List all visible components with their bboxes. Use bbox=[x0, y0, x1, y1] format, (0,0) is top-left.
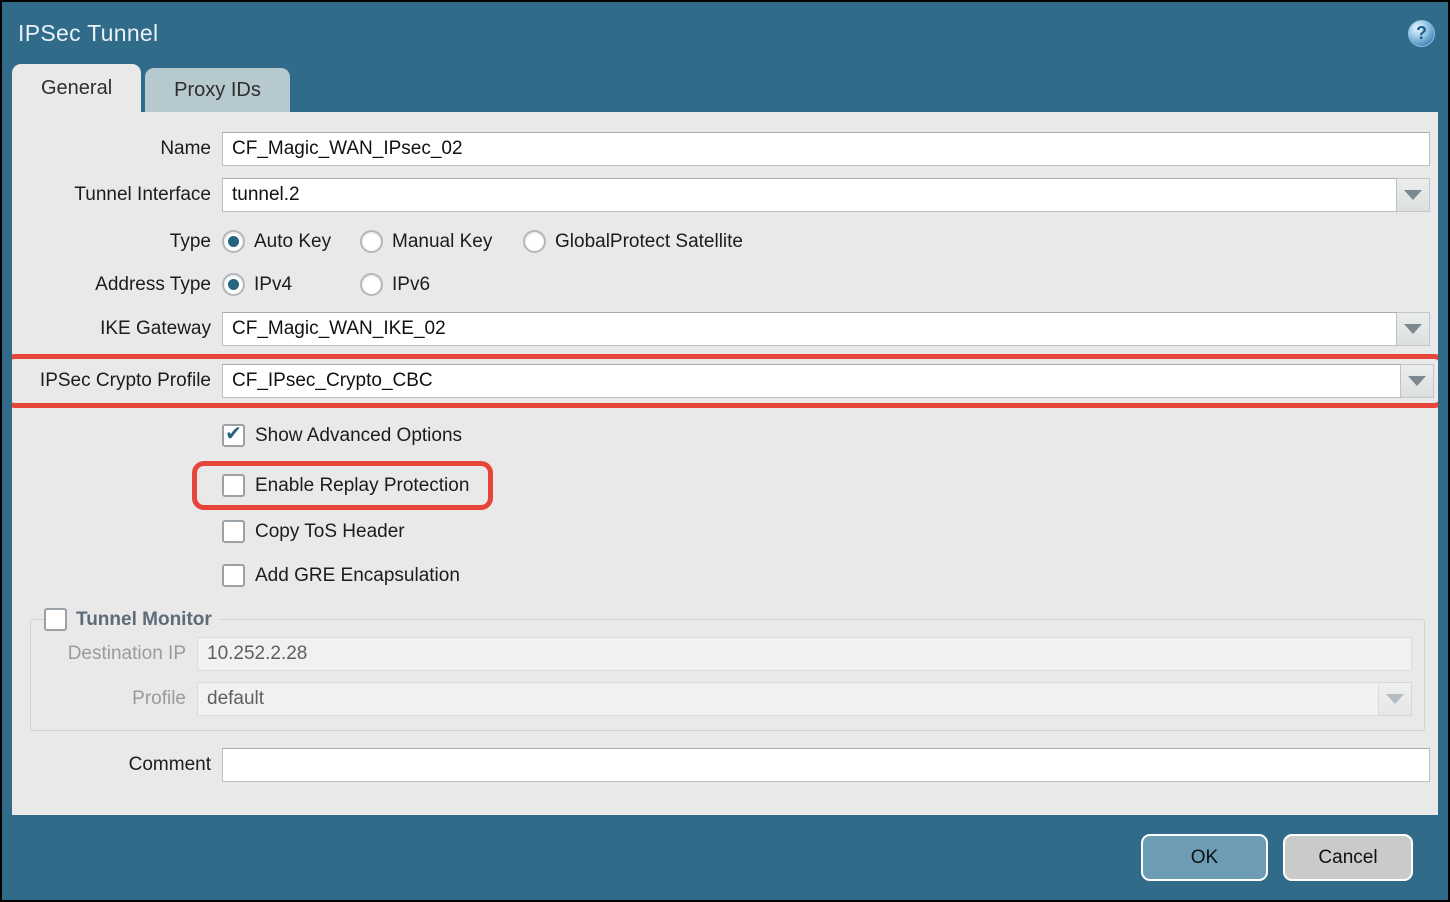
destination-ip-input bbox=[197, 637, 1412, 671]
address-type-label: Address Type bbox=[12, 274, 211, 296]
address-type-row: Address Type IPv4 IPv6 bbox=[12, 271, 1430, 298]
comment-label: Comment bbox=[12, 754, 211, 776]
type-option-globalprotect-satellite[interactable]: GlobalProtect Satellite bbox=[523, 230, 743, 253]
chevron-down-icon bbox=[1386, 694, 1404, 704]
type-radio-group: Auto Key Manual Key GlobalProtect Satell… bbox=[222, 230, 1430, 253]
tunnel-interface-dropdown-button[interactable] bbox=[1397, 178, 1430, 212]
ike-gateway-row: IKE Gateway bbox=[12, 312, 1430, 346]
tab-proxy-ids[interactable]: Proxy IDs bbox=[145, 68, 290, 112]
copy-tos-header-row[interactable]: Copy ToS Header bbox=[222, 520, 1430, 543]
show-advanced-options-checkbox[interactable] bbox=[222, 424, 245, 447]
type-label: Type bbox=[12, 231, 211, 253]
profile-label: Profile bbox=[31, 688, 186, 710]
help-icon[interactable]: ? bbox=[1408, 20, 1435, 47]
ike-gateway-dropdown-button[interactable] bbox=[1397, 312, 1430, 346]
name-input[interactable] bbox=[222, 132, 1430, 166]
chevron-down-icon bbox=[1408, 376, 1426, 386]
tab-bar: General Proxy IDs bbox=[2, 64, 1448, 112]
general-tab-panel: Name Tunnel Interface Type Auto Key bbox=[12, 112, 1438, 815]
ike-gateway-label: IKE Gateway bbox=[12, 318, 211, 340]
profile-row: Profile bbox=[31, 682, 1412, 716]
name-label: Name bbox=[12, 138, 211, 160]
chevron-down-icon bbox=[1404, 324, 1422, 334]
radio-icon[interactable] bbox=[523, 230, 546, 253]
radio-selected-icon[interactable] bbox=[222, 230, 245, 253]
type-option-manual-key[interactable]: Manual Key bbox=[360, 230, 523, 253]
radio-icon[interactable] bbox=[360, 230, 383, 253]
tunnel-monitor-legend: Tunnel Monitor bbox=[44, 608, 220, 631]
comment-row: Comment bbox=[12, 748, 1430, 782]
radio-selected-icon[interactable] bbox=[222, 273, 245, 296]
tunnel-monitor-section: Tunnel Monitor Destination IP Profile bbox=[30, 608, 1425, 731]
ok-button[interactable]: OK bbox=[1141, 834, 1268, 881]
ike-gateway-input[interactable] bbox=[222, 312, 1397, 346]
ipsec-tunnel-dialog: IPSec Tunnel ? General Proxy IDs Name Tu… bbox=[2, 2, 1448, 900]
tunnel-interface-input[interactable] bbox=[222, 178, 1397, 212]
ipsec-crypto-profile-row: IPSec Crypto Profile bbox=[12, 364, 1434, 398]
add-gre-encapsulation-checkbox[interactable] bbox=[222, 564, 245, 587]
comment-input[interactable] bbox=[222, 748, 1430, 782]
dialog-footer: OK Cancel bbox=[2, 815, 1448, 900]
tunnel-monitor-title: Tunnel Monitor bbox=[76, 609, 212, 631]
chevron-down-icon bbox=[1404, 190, 1422, 200]
destination-ip-label: Destination IP bbox=[31, 643, 186, 665]
type-row: Type Auto Key Manual Key GlobalProtect S… bbox=[12, 228, 1430, 255]
add-gre-encapsulation-row[interactable]: Add GRE Encapsulation bbox=[222, 564, 1430, 587]
tunnel-monitor-checkbox[interactable] bbox=[44, 608, 67, 631]
dialog-title: IPSec Tunnel bbox=[18, 20, 158, 47]
address-type-radio-group: IPv4 IPv6 bbox=[222, 273, 1430, 296]
radio-icon[interactable] bbox=[360, 273, 383, 296]
cancel-button[interactable]: Cancel bbox=[1283, 834, 1413, 881]
address-type-option-ipv6[interactable]: IPv6 bbox=[360, 273, 430, 296]
dialog-titlebar: IPSec Tunnel ? bbox=[2, 2, 1448, 64]
ipsec-crypto-profile-label: IPSec Crypto Profile bbox=[12, 370, 211, 392]
enable-replay-protection-row[interactable]: Enable Replay Protection bbox=[222, 474, 469, 497]
name-row: Name bbox=[12, 132, 1430, 166]
ipsec-crypto-profile-dropdown-button[interactable] bbox=[1401, 364, 1434, 398]
enable-replay-protection-checkbox[interactable] bbox=[222, 474, 245, 497]
tunnel-interface-row: Tunnel Interface bbox=[12, 178, 1430, 212]
ipsec-crypto-profile-input[interactable] bbox=[222, 364, 1401, 398]
profile-input bbox=[197, 682, 1379, 716]
type-option-auto-key[interactable]: Auto Key bbox=[222, 230, 360, 253]
profile-dropdown-button bbox=[1379, 682, 1412, 716]
address-type-option-ipv4[interactable]: IPv4 bbox=[222, 273, 360, 296]
tab-general[interactable]: General bbox=[12, 64, 141, 112]
enable-replay-protection-highlight: Enable Replay Protection bbox=[192, 461, 493, 510]
ipsec-crypto-profile-highlight: IPSec Crypto Profile bbox=[12, 354, 1438, 408]
destination-ip-row: Destination IP bbox=[31, 637, 1412, 671]
tunnel-interface-label: Tunnel Interface bbox=[12, 184, 211, 206]
copy-tos-header-checkbox[interactable] bbox=[222, 520, 245, 543]
show-advanced-options-row[interactable]: Show Advanced Options bbox=[222, 424, 1430, 447]
